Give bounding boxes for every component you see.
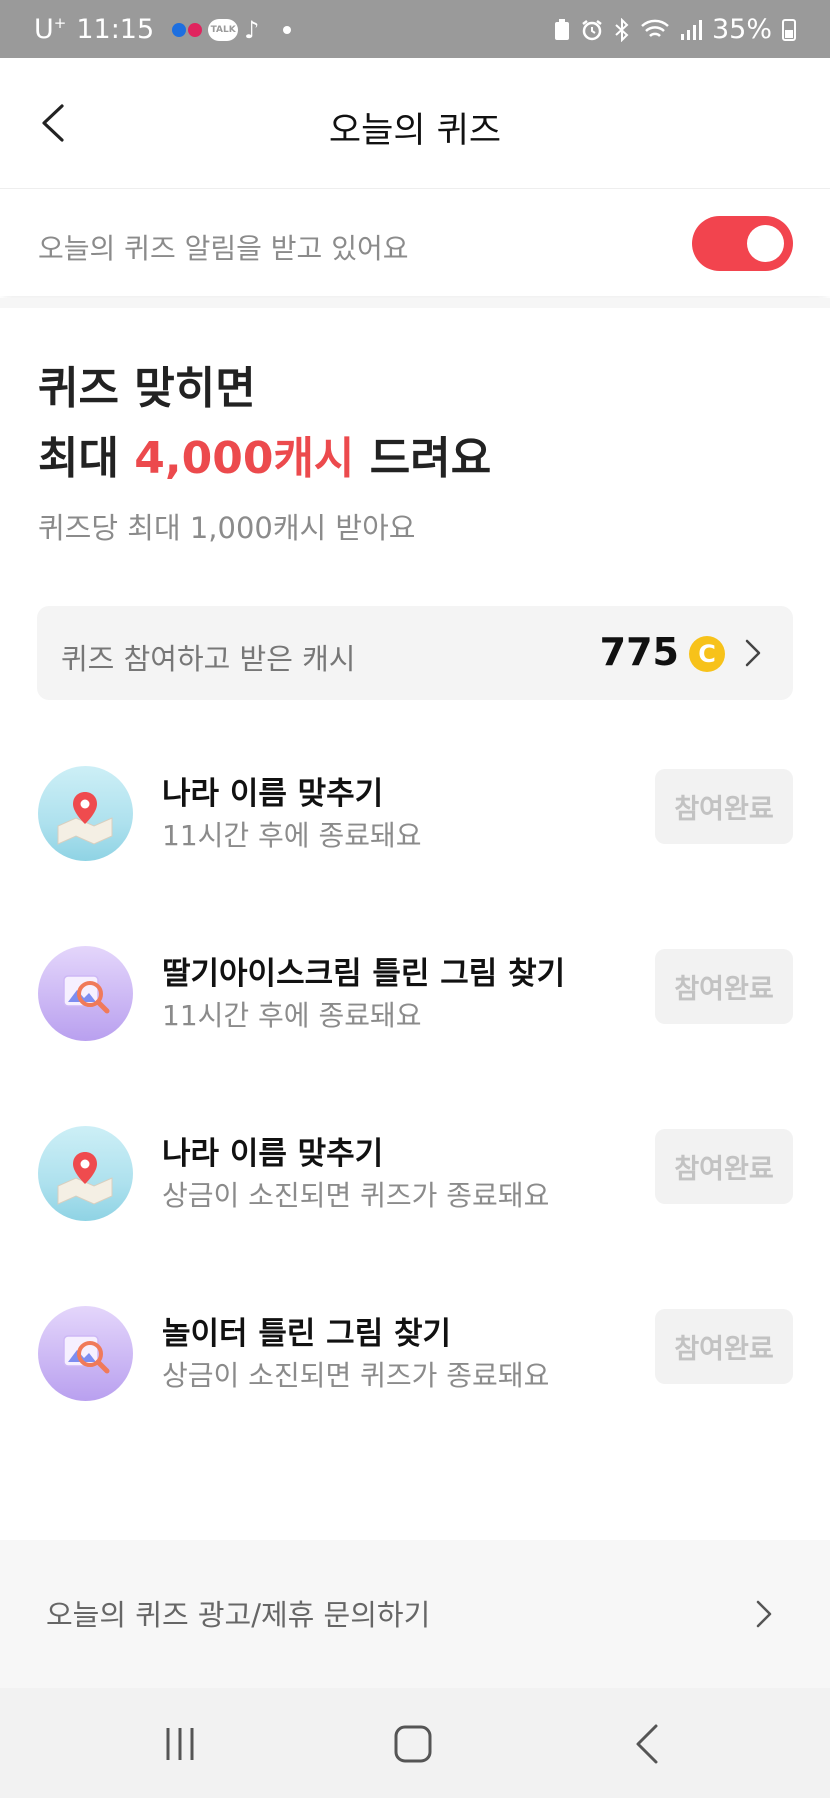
wifi-icon xyxy=(641,19,669,37)
earned-cash-value: 775 xyxy=(599,630,679,674)
home-icon[interactable] xyxy=(393,1724,433,1764)
chevron-right-icon xyxy=(745,639,761,667)
ad-partnership-inquiry-link[interactable]: 오늘의 퀴즈 광고/제휴 문의하기 xyxy=(0,1540,830,1688)
tiktok-icon: ♪ xyxy=(244,15,260,44)
notification-toggle[interactable] xyxy=(692,216,793,271)
notification-icons: TALK ♪ xyxy=(172,15,292,44)
quiz-title: 나라 이름 맞추기 xyxy=(162,1136,384,1172)
quiz-subtitle: 상금이 소진되면 퀴즈가 종료돼요 xyxy=(162,1179,550,1212)
chevron-right-icon xyxy=(756,1600,772,1628)
participation-complete-button[interactable]: 참여완료 xyxy=(655,1129,793,1204)
hero-subtitle: 퀴즈당 최대 1,000캐시 받아요 xyxy=(38,511,416,545)
quiz-title: 딸기아이스크림 틀린 그림 찾기 xyxy=(162,956,566,992)
recent-apps-icon[interactable] xyxy=(160,1724,200,1764)
quiz-item: 나라 이름 맞추기 11시간 후에 종료돼요 참여완료 xyxy=(0,754,830,874)
quiz-item: 나라 이름 맞추기 상금이 소진되면 퀴즈가 종료돼요 참여완료 xyxy=(0,1114,830,1234)
battery-saver-icon xyxy=(554,18,569,40)
map-pin-icon xyxy=(38,1126,133,1221)
notification-label: 오늘의 퀴즈 알림을 받고 있어요 xyxy=(38,232,409,265)
participation-complete-button[interactable]: 참여완료 xyxy=(655,1309,793,1384)
earned-cash-label: 퀴즈 참여하고 받은 캐시 xyxy=(61,642,356,676)
alarm-icon xyxy=(582,19,602,40)
participation-complete-button[interactable]: 참여완료 xyxy=(655,769,793,844)
status-right: 35% xyxy=(554,14,796,45)
hero-line-2: 최대 4,000캐시 드려요 xyxy=(38,422,491,486)
quiz-subtitle: 상금이 소진되면 퀴즈가 종료돼요 xyxy=(162,1359,550,1392)
hero-reward-amount: 4,000캐시 xyxy=(134,433,355,484)
carrier: U+ xyxy=(34,14,67,45)
quiz-subtitle: 11시간 후에 종료돼요 xyxy=(162,819,422,852)
section-divider xyxy=(0,298,830,308)
back-nav-icon[interactable] xyxy=(628,1722,668,1766)
magnifier-picture-icon xyxy=(38,946,133,1041)
signal-icon xyxy=(680,19,702,40)
page-title: 오늘의 퀴즈 xyxy=(328,111,502,151)
quiz-item: 딸기아이스크림 틀린 그림 찾기 11시간 후에 종료돼요 참여완료 xyxy=(0,934,830,1054)
hero-line-2-suffix: 드려요 xyxy=(354,433,492,484)
map-pin-icon xyxy=(38,766,133,861)
participation-complete-button[interactable]: 참여완료 xyxy=(655,949,793,1024)
app-header: 오늘의 퀴즈 xyxy=(0,58,830,188)
hero-line-1: 퀴즈 맞히면 xyxy=(38,363,256,414)
quiz-title: 놀이터 틀린 그림 찾기 xyxy=(162,1316,452,1352)
cash-coin-icon: C xyxy=(689,636,725,672)
more-notifications-dot-icon xyxy=(283,25,292,34)
status-bar: U+ 11:15 TALK ♪ 35% xyxy=(0,0,830,58)
earned-cash-button[interactable]: 퀴즈 참여하고 받은 캐시 775 C xyxy=(37,606,793,700)
status-left: U+ 11:15 TALK ♪ xyxy=(34,14,292,45)
magnifier-picture-icon xyxy=(38,1306,133,1401)
quiz-subtitle: 11시간 후에 종료돼요 xyxy=(162,999,422,1032)
hero-line-2-prefix: 최대 xyxy=(38,433,135,484)
bluetooth-icon xyxy=(615,17,629,42)
battery-icon xyxy=(782,18,796,41)
toggle-knob xyxy=(747,225,784,262)
flickr-red-dot-icon xyxy=(188,22,203,37)
flickr-blue-dot-icon xyxy=(172,22,187,37)
battery-percent: 35% xyxy=(711,14,772,45)
clock: 11:15 xyxy=(76,14,155,45)
quiz-title: 나라 이름 맞추기 xyxy=(162,776,384,812)
quiz-item: 놀이터 틀린 그림 찾기 상금이 소진되면 퀴즈가 종료돼요 참여완료 xyxy=(0,1294,830,1414)
kakaotalk-icon: TALK xyxy=(208,18,239,41)
notification-setting-row: 오늘의 퀴즈 알림을 받고 있어요 xyxy=(0,188,830,296)
inquiry-label: 오늘의 퀴즈 광고/제휴 문의하기 xyxy=(46,1598,431,1632)
system-nav-bar xyxy=(0,1688,830,1798)
